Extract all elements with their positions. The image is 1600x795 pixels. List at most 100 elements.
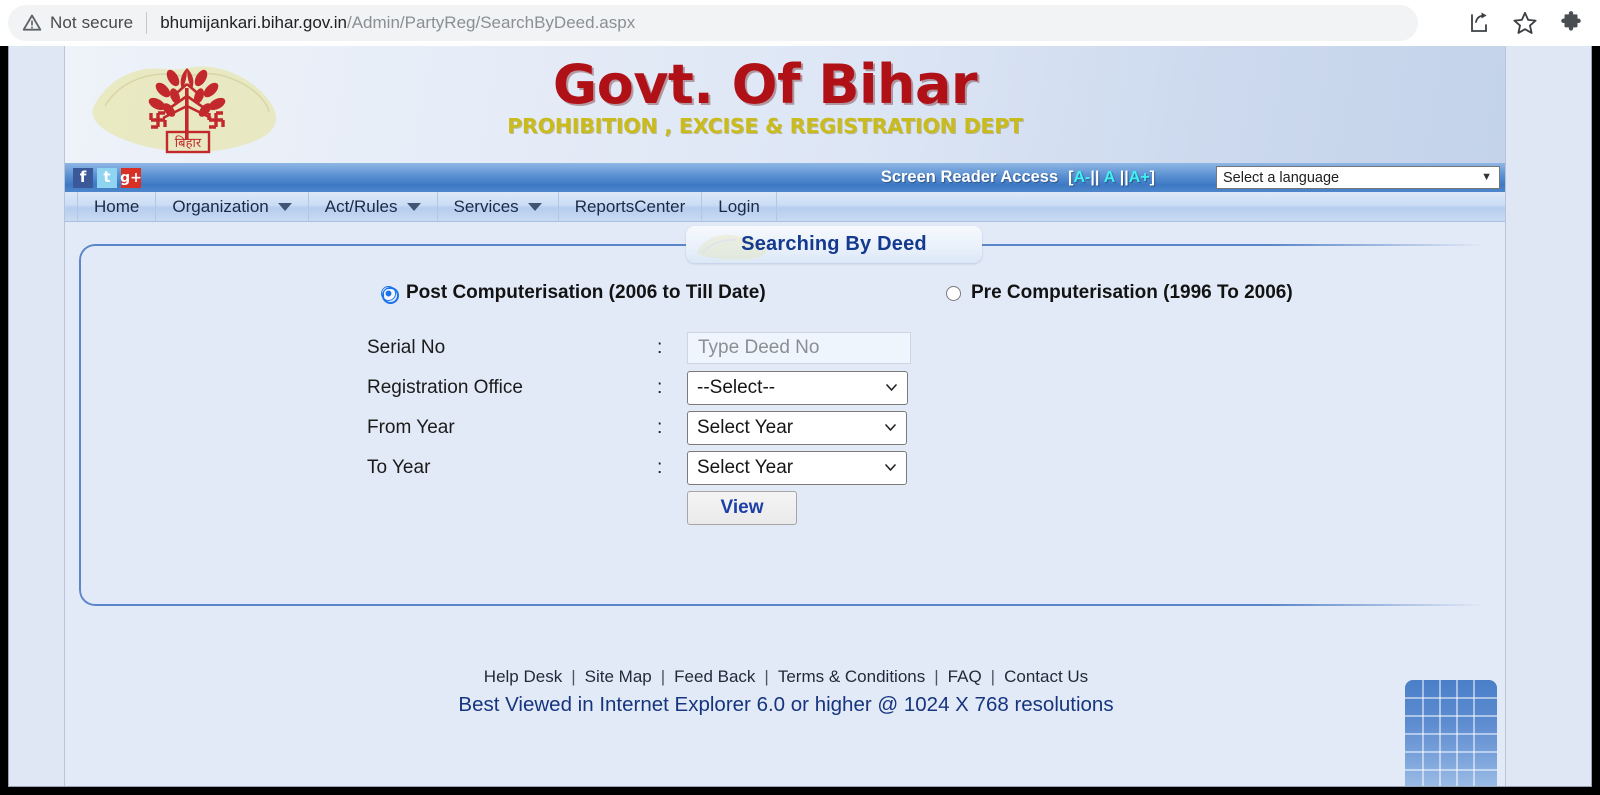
omnibox-divider <box>146 12 148 34</box>
label-registration-office: Registration Office <box>367 377 523 398</box>
footer-separator: | <box>764 667 769 686</box>
nav-label: Act/Rules <box>324 196 398 216</box>
colon-separator: : <box>657 417 663 438</box>
font-decrease-button[interactable]: A- <box>1074 169 1091 186</box>
field-row-submit: View <box>367 488 987 528</box>
bihar-state-emblem-icon: बिहार <box>92 66 277 154</box>
content-panel: Searching By Deed Post Computerisation (… <box>71 222 1499 627</box>
chevron-down-icon <box>277 202 292 211</box>
chevron-down-icon <box>527 202 542 211</box>
chevron-down-icon <box>885 464 896 471</box>
computerisation-radio-group: Post Computerisation (2006 to Till Date)… <box>71 282 1499 322</box>
browser-toolbar: Not secure bhumijankari.bihar.gov.in/Adm… <box>0 0 1600 46</box>
footer-separator: | <box>934 667 939 686</box>
nav-label: Home <box>94 196 140 216</box>
language-select[interactable]: Select a language ▼ <box>1216 166 1500 189</box>
radio-post-computerisation[interactable]: Post Computerisation (2006 to Till Date) <box>381 282 766 304</box>
web-page: बिहार Govt. Of Bihar PROHIBITION , EXCIS… <box>64 46 1507 786</box>
from-year-select[interactable]: Select Year <box>687 411 907 445</box>
nav-label: Services <box>453 196 519 216</box>
panel-title-tab: Searching By Deed <box>686 226 982 263</box>
footer-separator: | <box>990 667 996 686</box>
label-serial-no: Serial No <box>367 337 446 358</box>
facebook-icon[interactable]: f <box>73 167 93 188</box>
banner-title-block: Govt. Of Bihar PROHIBITION , EXCISE & RE… <box>445 53 1085 139</box>
label-to-year: To Year <box>367 457 431 478</box>
chevron-down-icon <box>886 384 897 391</box>
main-navigation: Home Organization Act/Rules Services Rep… <box>65 191 1505 222</box>
form-fields-table: Serial No : Type Deed No Registration Of… <box>367 328 987 528</box>
address-bar[interactable]: Not secure bhumijankari.bihar.gov.in/Adm… <box>8 5 1418 41</box>
radio-pre-label: Pre Computerisation (1996 To 2006) <box>971 282 1293 303</box>
department-subtitle: PROHIBITION , EXCISE & REGISTRATION DEPT <box>507 114 1023 138</box>
footer-link-feed-back[interactable]: Feed Back <box>674 667 755 686</box>
radio-button-selected-icon[interactable] <box>381 285 399 304</box>
colon-separator: : <box>657 337 663 358</box>
url-host: bhumijankari.bihar.gov.in <box>160 13 347 32</box>
footer-separator: | <box>571 667 576 686</box>
search-form: Post Computerisation (2006 to Till Date)… <box>71 282 1499 528</box>
google-plus-icon[interactable]: g+ <box>120 167 142 188</box>
nav-item-services[interactable]: Services <box>438 191 559 222</box>
field-row-from-year: From Year : Select Year <box>367 408 987 448</box>
screenshot-root: Not secure bhumijankari.bihar.gov.in/Adm… <box>0 0 1600 795</box>
font-increase-button[interactable]: A+ <box>1129 169 1150 186</box>
field-row-serial-no: Serial No : Type Deed No <box>367 328 987 368</box>
nav-label: Organization <box>172 196 269 216</box>
radio-post-label: Post Computerisation (2006 to Till Date) <box>406 282 766 303</box>
label-from-year: From Year <box>367 417 455 438</box>
social-accessibility-bar: f t g+ Screen Reader Access [A-|| A ||A+… <box>65 163 1505 192</box>
nav-item-organization[interactable]: Organization <box>156 191 309 222</box>
nav-label: Login <box>718 196 760 216</box>
footer-link-faq[interactable]: FAQ <box>948 667 982 686</box>
screen-reader-access-block: Screen Reader Access [A-|| A ||A+] <box>881 163 1155 192</box>
nav-item-act-rules[interactable]: Act/Rules <box>309 191 438 222</box>
twitter-icon[interactable]: t <box>97 167 117 188</box>
colon-separator: : <box>657 457 663 478</box>
nav-item-login[interactable]: Login <box>702 191 777 222</box>
browser-action-icons <box>1464 0 1600 46</box>
view-button[interactable]: View <box>687 491 797 525</box>
footer-links: Help Desk | Site Map | Feed Back | Terms & Con… <box>65 667 1507 687</box>
extensions-puzzle-icon[interactable] <box>1556 8 1586 38</box>
chevron-down-icon <box>885 424 896 431</box>
site-footer: Help Desk | Site Map | Feed Back | Terms & Con… <box>65 627 1507 786</box>
footer-separator: | <box>660 667 666 686</box>
nav-label: ReportsCenter <box>574 196 686 216</box>
footer-link-terms-conditions[interactable]: Terms & Conditions <box>778 667 925 686</box>
colon-separator: : <box>657 377 663 398</box>
registration-office-value: --Select-- <box>697 377 776 398</box>
radio-button-unselected-icon[interactable] <box>946 285 961 301</box>
site-banner: बिहार Govt. Of Bihar PROHIBITION , EXCIS… <box>65 46 1505 163</box>
font-normal-button[interactable]: A <box>1104 169 1116 186</box>
svg-text:बिहार: बिहार <box>175 135 202 151</box>
share-icon[interactable] <box>1464 8 1494 38</box>
to-year-select[interactable]: Select Year <box>687 451 907 485</box>
nav-item-reports-center[interactable]: ReportsCenter <box>559 191 703 222</box>
from-year-value: Select Year <box>697 417 794 438</box>
browser-viewport: बिहार Govt. Of Bihar PROHIBITION , EXCIS… <box>8 46 1592 787</box>
chevron-down-icon: ▼ <box>1481 171 1492 183</box>
language-select-value: Select a language <box>1223 169 1340 186</box>
screen-reader-access-label: Screen Reader Access <box>880 168 1059 186</box>
bookmark-star-icon[interactable] <box>1510 8 1540 38</box>
footer-link-contact-us[interactable]: Contact Us <box>1004 667 1088 686</box>
serial-no-input[interactable]: Type Deed No <box>687 332 911 364</box>
field-row-to-year: To Year : Select Year <box>367 448 987 488</box>
radio-pre-computerisation[interactable]: Pre Computerisation (1996 To 2006) <box>946 282 1293 304</box>
grid-decoration-graphic <box>1405 680 1497 786</box>
footer-link-site-map[interactable]: Site Map <box>585 667 652 686</box>
page-title: Govt. Of Bihar <box>552 53 978 116</box>
best-viewed-note: Best Viewed in Internet Explorer 6.0 or … <box>458 693 1114 716</box>
footer-link-help-desk[interactable]: Help Desk <box>484 667 562 686</box>
registration-office-select[interactable]: --Select-- <box>687 371 908 405</box>
to-year-value: Select Year <box>697 457 794 478</box>
security-status-label: Not secure <box>50 13 134 32</box>
panel-title-label: Searching By Deed <box>741 233 927 255</box>
chevron-down-icon <box>406 202 421 211</box>
nav-item-home[interactable]: Home <box>77 191 157 222</box>
font-size-controls: [A-|| A ||A+] <box>1068 168 1155 186</box>
field-row-registration-office: Registration Office : --Select-- <box>367 368 987 408</box>
url-text: bhumijankari.bihar.gov.in/Admin/PartyReg… <box>160 13 635 33</box>
url-path: /Admin/PartyReg/SearchByDeed.aspx <box>347 13 636 32</box>
